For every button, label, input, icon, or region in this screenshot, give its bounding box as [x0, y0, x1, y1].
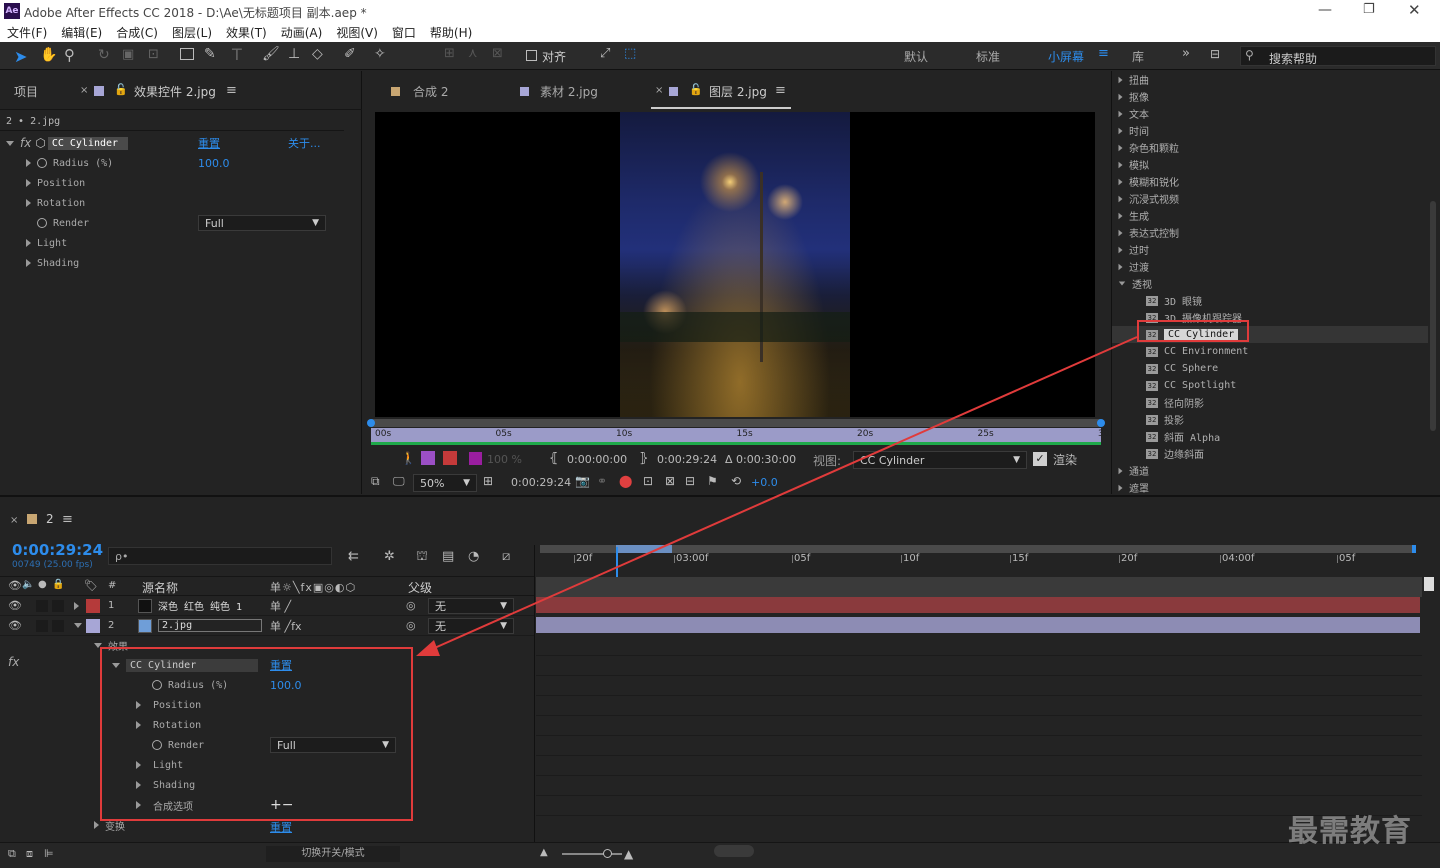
annotation-arrow [416, 336, 1138, 656]
watermark: 最需教育 [1288, 814, 1412, 849]
